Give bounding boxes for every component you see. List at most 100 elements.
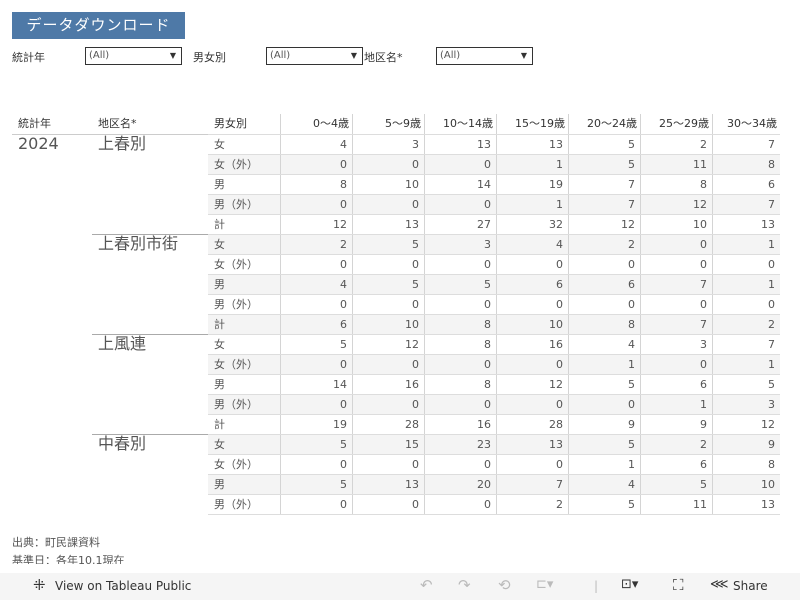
table-row: 男 5 13 20 7 4 5 10 [208, 474, 780, 495]
value-cell: 0 [712, 295, 780, 315]
filter-label-year: 統計年 [12, 51, 45, 64]
value-cell: 8 [424, 375, 496, 395]
gender-cell: 男（外） [214, 298, 258, 311]
tableau-logo-icon: ⁜ [33, 576, 46, 594]
value-cell: 5 [424, 275, 496, 295]
table-row: 女 5 15 23 13 5 2 9 [208, 434, 780, 455]
header-age-4: 20～24歳 [568, 114, 640, 134]
table-row: 計 12 13 27 32 12 10 13 [208, 214, 780, 235]
value-cell: 6 [496, 275, 568, 295]
gender-cell: 計 [214, 218, 225, 231]
share-icon[interactable]: ⋘ [710, 577, 729, 592]
value-cell: 0 [280, 495, 352, 515]
data-download-button[interactable]: データダウンロード [12, 12, 185, 39]
view-on-tableau-link[interactable]: View on Tableau Public [55, 579, 191, 593]
table-row: 女 5 12 8 16 4 3 7 [208, 334, 780, 355]
value-cell: 7 [712, 335, 780, 355]
value-cell: 0 [640, 295, 712, 315]
value-cell: 5 [280, 435, 352, 455]
gender-cell: 計 [214, 318, 225, 331]
value-cell: 16 [352, 375, 424, 395]
redo-icon[interactable]: ↷ [458, 576, 471, 594]
value-cell: 10 [352, 315, 424, 335]
table-row: 女2534201 [208, 234, 780, 255]
value-cell: 13 [352, 475, 424, 495]
value-cell: 15 [352, 435, 424, 455]
year-cell: 2024 [18, 134, 59, 153]
value-cell: 0 [352, 295, 424, 315]
value-cell: 13 [712, 215, 780, 235]
value-cell: 2 [280, 235, 352, 255]
value-cell: 3 [424, 235, 496, 255]
value-cell: 12 [280, 215, 352, 235]
gender-cell: 女 [214, 338, 225, 351]
table-bottom-border [208, 514, 780, 515]
value-cell: 5 [568, 435, 640, 455]
fullscreen-icon[interactable]: ⛶ [673, 576, 684, 594]
value-cell: 0 [280, 455, 352, 475]
value-cell: 0 [496, 295, 568, 315]
value-cell: 6 [712, 175, 780, 195]
table-row: 女（外） 0 0 0 0 1 0 1 [208, 354, 780, 375]
value-cell: 0 [280, 155, 352, 175]
value-cell: 13 [352, 215, 424, 235]
value-cell: 8 [640, 175, 712, 195]
value-cell: 3 [640, 335, 712, 355]
value-cell: 7 [712, 135, 780, 155]
value-cell: 6 [640, 375, 712, 395]
table-row: 女 4 3 13 13 5 2 7 [208, 134, 780, 155]
value-cell: 0 [568, 295, 640, 315]
table-row: 女（外） 0 0 0 0 0 0 0 [208, 254, 780, 275]
value-cell: 12 [712, 415, 780, 435]
value-cell: 7 [568, 195, 640, 215]
value-cell: 14 [424, 175, 496, 195]
table-header-row: 統計年 地区名* 男女別 0～4歳 5～9歳 10～14歳 15～19歳 20～24歳 25～2… [12, 114, 780, 135]
filter-year-value: (All) [89, 50, 110, 61]
value-cell: 28 [352, 415, 424, 435]
share-button[interactable]: Share [733, 579, 768, 593]
value-cell: 19 [496, 175, 568, 195]
value-cell: 11 [640, 155, 712, 175]
value-cell: 0 [280, 295, 352, 315]
value-cell: 6 [280, 315, 352, 335]
filter-label-gender: 男女別 [193, 51, 226, 64]
value-cell: 0 [352, 495, 424, 515]
gender-cell: 男 [214, 478, 225, 491]
filter-gender-select[interactable]: (All) ▼ [266, 47, 363, 65]
filter-gender-value: (All) [270, 50, 291, 61]
header-gender: 男女別 [214, 117, 247, 130]
gender-cell: 女 [214, 238, 225, 251]
value-cell: 12 [640, 195, 712, 215]
value-cell: 14 [280, 375, 352, 395]
value-cell: 0 [352, 195, 424, 215]
filter-year-select[interactable]: (All) ▼ [85, 47, 182, 65]
value-cell: 1 [496, 195, 568, 215]
table-row: 計 6 10 8 10 8 7 2 [208, 314, 780, 335]
value-cell: 19 [280, 415, 352, 435]
value-cell: 10 [496, 315, 568, 335]
download-icon[interactable]: ⊡▾ [621, 577, 638, 592]
header-age-5: 25～29歳 [640, 114, 712, 134]
value-cell: 20 [424, 475, 496, 495]
value-cell: 0 [280, 395, 352, 415]
value-cell: 12 [568, 215, 640, 235]
value-cell: 3 [352, 135, 424, 155]
value-cell: 1 [568, 355, 640, 375]
undo-icon[interactable]: ↶ [420, 576, 433, 594]
value-cell: 0 [352, 455, 424, 475]
value-cell: 8 [280, 175, 352, 195]
filter-district-select[interactable]: (All) ▼ [436, 47, 533, 65]
value-cell: 5 [352, 235, 424, 255]
value-cell: 5 [568, 375, 640, 395]
value-cell: 0 [280, 195, 352, 215]
value-cell: 0 [640, 255, 712, 275]
value-cell: 8 [424, 335, 496, 355]
gender-cell: 男 [214, 178, 225, 191]
revert-icon[interactable]: ⟲ [498, 576, 511, 594]
value-cell: 5 [352, 275, 424, 295]
source-note: 出典：町民課資料 [12, 536, 100, 549]
value-cell: 0 [352, 255, 424, 275]
value-cell: 2 [640, 135, 712, 155]
pause-icon[interactable]: ⊏▾ [536, 577, 553, 592]
gender-cell: 女（外） [214, 358, 258, 371]
